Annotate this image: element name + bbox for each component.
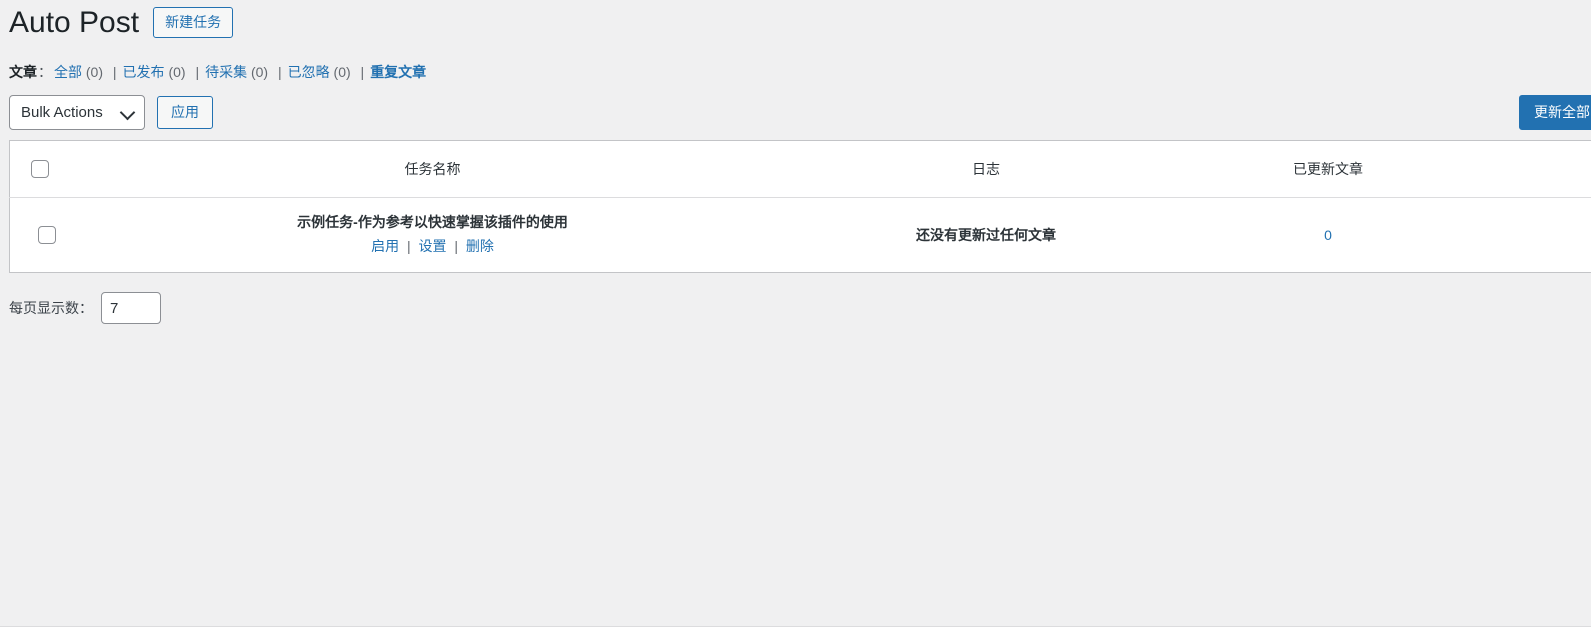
column-header-task-name: 任务名称: [68, 140, 797, 198]
filter-separator: |: [112, 64, 117, 80]
row-task-name-cell: 示例任务-作为参考以快速掌握该插件的使用 启用 | 设置 | 删除: [68, 198, 797, 273]
select-all-column: [9, 140, 68, 198]
per-page-input[interactable]: [101, 292, 161, 324]
filter-label-colon: ：: [38, 64, 52, 80]
admin-page-wrap: Auto Post 新建任务 文章： 全部 (0) | 已发布 (0) | 待采…: [0, 0, 1591, 627]
row-select-cell: [10, 198, 69, 273]
table-header-row: 任务名称 日志 已更新文章: [9, 140, 1591, 198]
page-title: Auto Post: [9, 5, 140, 39]
filter-item-published: 已发布 (0) |: [123, 62, 206, 82]
tasks-table: 任务名称 日志 已更新文章 示例任务-作为参考以快速掌握该插件的使用 启用 |: [9, 140, 1591, 273]
filter-item-pending: 待采集 (0) |: [205, 62, 288, 82]
filter-item-duplicate: 重复文章: [370, 62, 426, 82]
row-checkbox[interactable]: [38, 226, 56, 244]
filter-separator: |: [360, 64, 365, 80]
tasks-table-body: 示例任务-作为参考以快速掌握该插件的使用 启用 | 设置 | 删除 还没有更新过…: [10, 198, 1591, 273]
row-log-cell: 还没有更新过任何文章: [797, 198, 1175, 273]
column-header-updated-posts: 已更新文章: [1175, 140, 1481, 198]
row-status-cell: 任务已停用: [1481, 198, 1591, 273]
row-select-wrap: [10, 226, 68, 244]
filter-count-ignored: (0): [333, 64, 351, 80]
table-row: 示例任务-作为参考以快速掌握该插件的使用 启用 | 设置 | 删除 还没有更新过…: [10, 198, 1591, 273]
column-header-log: 日志: [797, 140, 1175, 198]
row-action-enable[interactable]: 启用: [371, 238, 399, 254]
table-navigation-top: Bulk Actions 应用 更新全部: [9, 95, 1591, 131]
new-task-button[interactable]: 新建任务: [153, 6, 234, 38]
filter-link-all[interactable]: 全部: [54, 64, 82, 80]
filter-count-published: (0): [168, 64, 186, 80]
filter-group-label: 文章：: [9, 62, 54, 82]
filter-separator: |: [195, 64, 200, 80]
row-updated-cell: 0: [1175, 198, 1481, 273]
row-action-settings[interactable]: 设置: [419, 238, 447, 254]
filter-link-ignored[interactable]: 已忽略: [288, 64, 330, 80]
task-name-text: 示例任务-作为参考以快速掌握该插件的使用: [297, 214, 568, 231]
row-action-separator: |: [454, 237, 459, 254]
row-actions: 启用 | 设置 | 删除: [68, 236, 797, 257]
updated-posts-link[interactable]: 0: [1324, 227, 1332, 243]
row-action-delete[interactable]: 删除: [466, 238, 494, 254]
select-all-checkbox[interactable]: [31, 160, 49, 178]
filter-item-all: 全部 (0) |: [54, 62, 123, 82]
tasks-table-head: 任务名称 日志 已更新文章: [9, 140, 1591, 198]
update-all-button[interactable]: 更新全部: [1519, 95, 1591, 130]
select-all-wrap: [10, 160, 68, 178]
apply-button[interactable]: 应用: [157, 96, 213, 129]
log-text: 还没有更新过任何文章: [916, 227, 1056, 243]
filter-link-published[interactable]: 已发布: [123, 64, 165, 80]
filter-link-duplicate[interactable]: 重复文章: [370, 64, 426, 80]
filter-separator: |: [278, 64, 282, 80]
row-action-separator: |: [406, 237, 411, 254]
per-page-label: 每页显示数：: [9, 300, 93, 316]
page-header: Auto Post 新建任务: [9, 0, 234, 44]
bulk-actions-selected-value: Bulk Actions: [21, 104, 103, 121]
filter-count-all: (0): [85, 64, 104, 80]
bulk-actions-select[interactable]: Bulk Actions: [9, 95, 145, 130]
column-header-status: [1481, 140, 1591, 198]
post-status-filter-list: 文章： 全部 (0) | 已发布 (0) | 待采集 (0) | 已忽略 (0)…: [9, 62, 426, 82]
filter-count-pending: (0): [250, 64, 269, 80]
per-page-control: 每页显示数：: [9, 292, 161, 324]
filter-label-text: 文章: [9, 64, 37, 80]
filter-item-ignored: 已忽略 (0) |: [288, 62, 371, 82]
filter-link-pending[interactable]: 待采集: [205, 64, 247, 80]
chevron-down-icon: [119, 104, 136, 120]
